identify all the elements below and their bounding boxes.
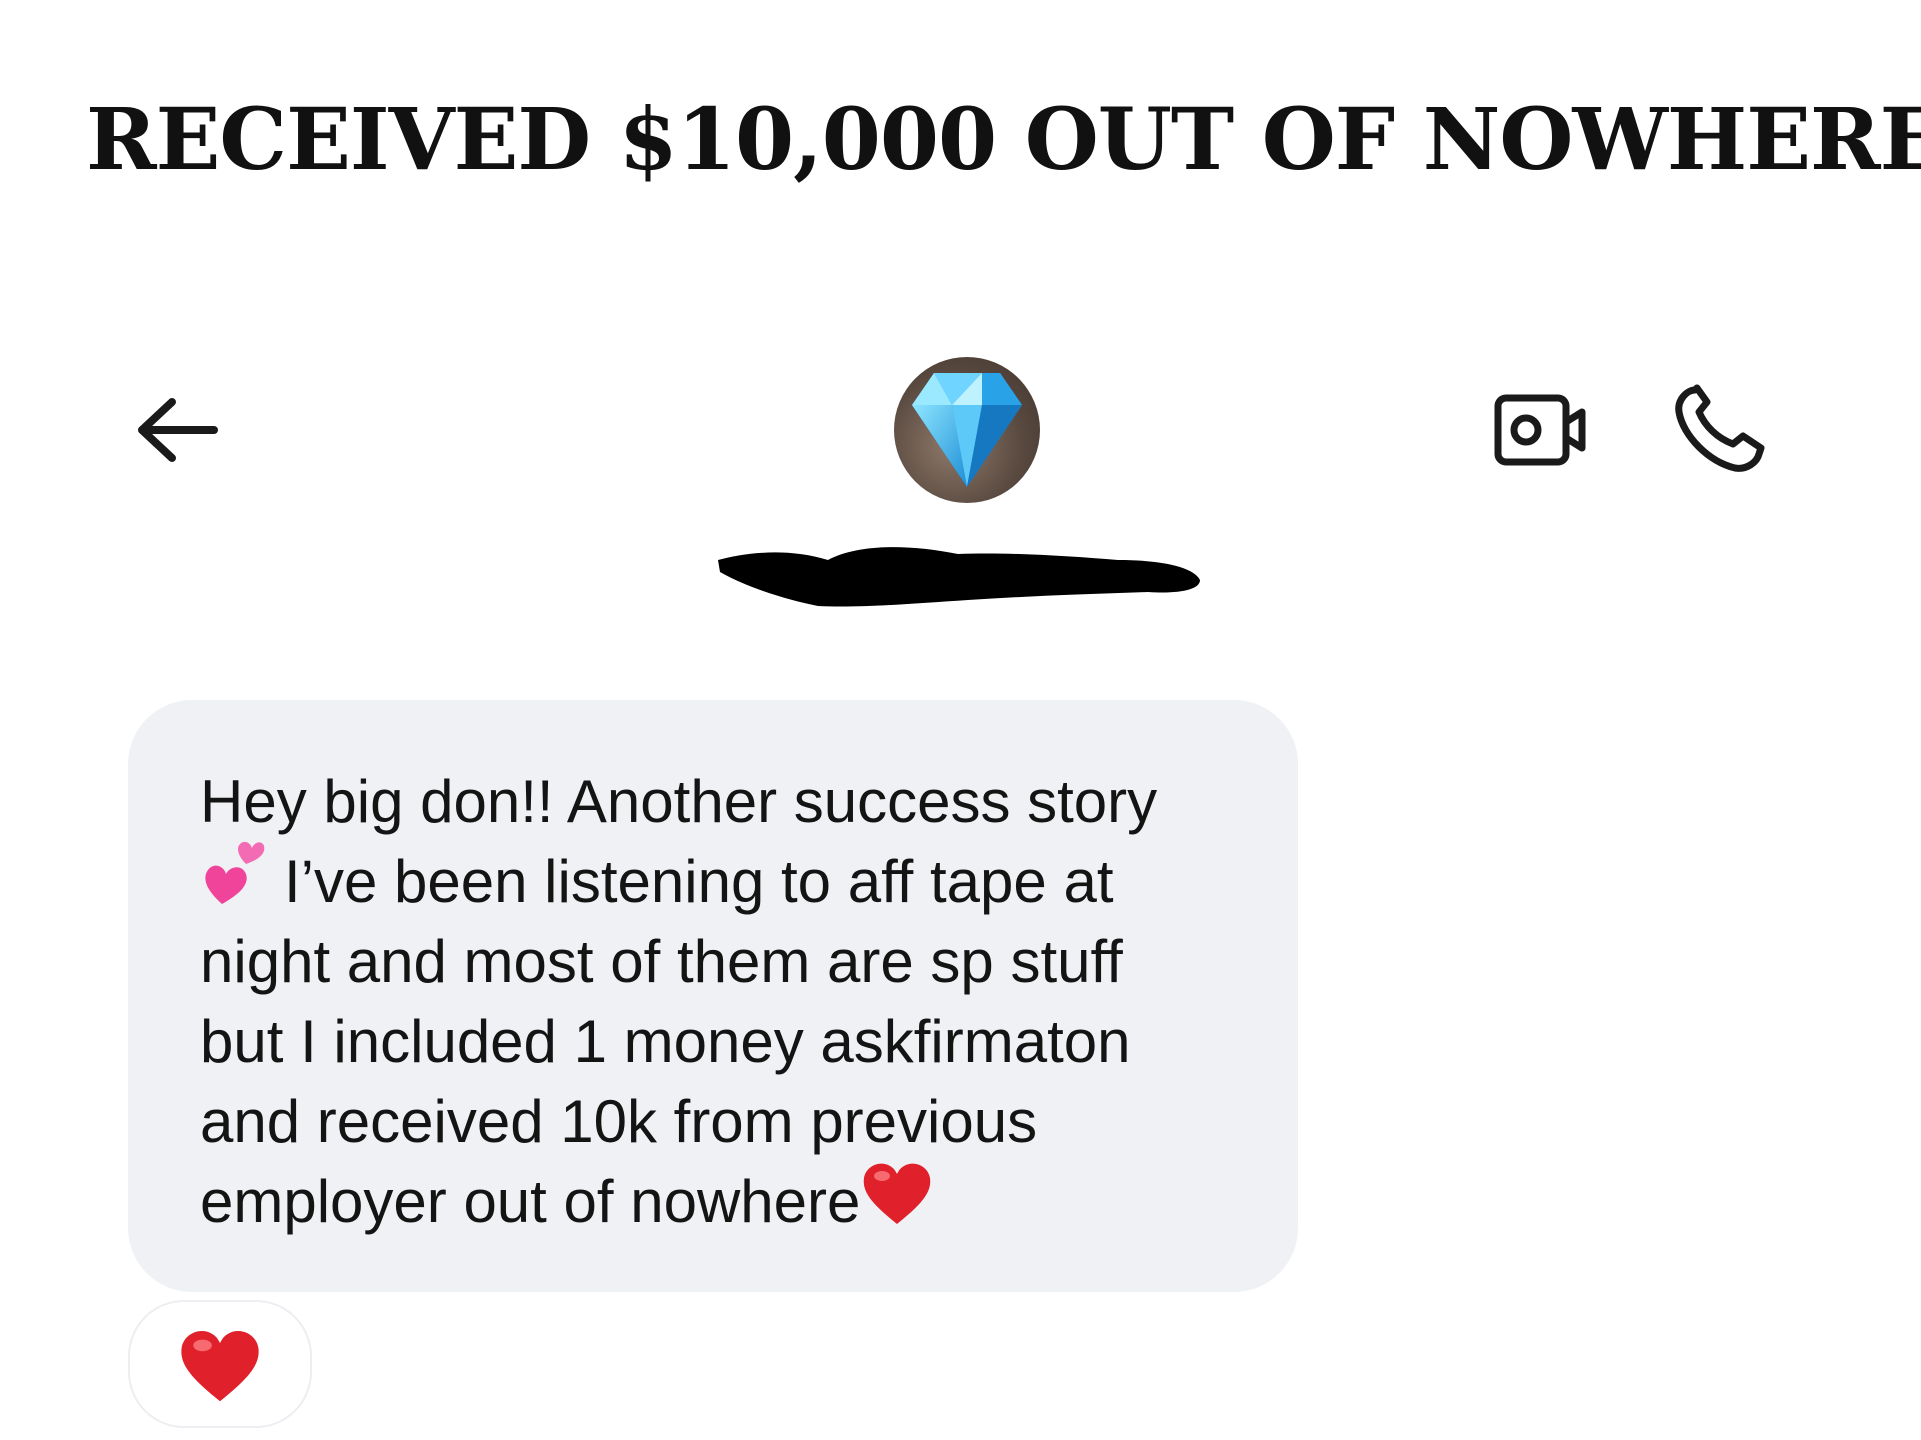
video-call-button[interactable]	[1490, 390, 1590, 470]
headline: RECEIVED $10,000 OUT OF NOWHERE:	[86, 90, 1921, 190]
message-line-text: employer out of nowhere	[200, 1168, 861, 1235]
avatar[interactable]	[894, 357, 1040, 503]
reaction-chip[interactable]	[128, 1300, 312, 1428]
red-heart-icon	[181, 1331, 259, 1402]
message-line: Hey big don!! Another success story	[200, 768, 1158, 835]
message-line: but I included 1 money askfirmaton	[200, 1008, 1131, 1075]
audio-call-button[interactable]	[1665, 378, 1775, 478]
message-line: night and most of them are sp stuff	[200, 928, 1123, 995]
diamond-gem-icon	[912, 373, 1022, 487]
phone-icon	[1675, 384, 1765, 472]
red-heart-icon	[860, 1158, 934, 1246]
redacted-contact-name	[718, 547, 1200, 607]
video-camera-icon	[1494, 394, 1586, 466]
message-line: and received 10k from previous	[200, 1088, 1038, 1155]
message-line: I’ve been listening to aff tape at	[200, 842, 1258, 922]
back-button[interactable]	[130, 390, 226, 470]
two-hearts-icon	[200, 838, 270, 926]
message-line-text: I’ve been listening to aff tape at	[284, 848, 1114, 915]
message-bubble[interactable]: Hey big don!! Another success story I’ve…	[128, 700, 1298, 1292]
message-line: employer out of nowhere	[200, 1162, 1258, 1242]
arrow-left-icon	[138, 398, 218, 462]
